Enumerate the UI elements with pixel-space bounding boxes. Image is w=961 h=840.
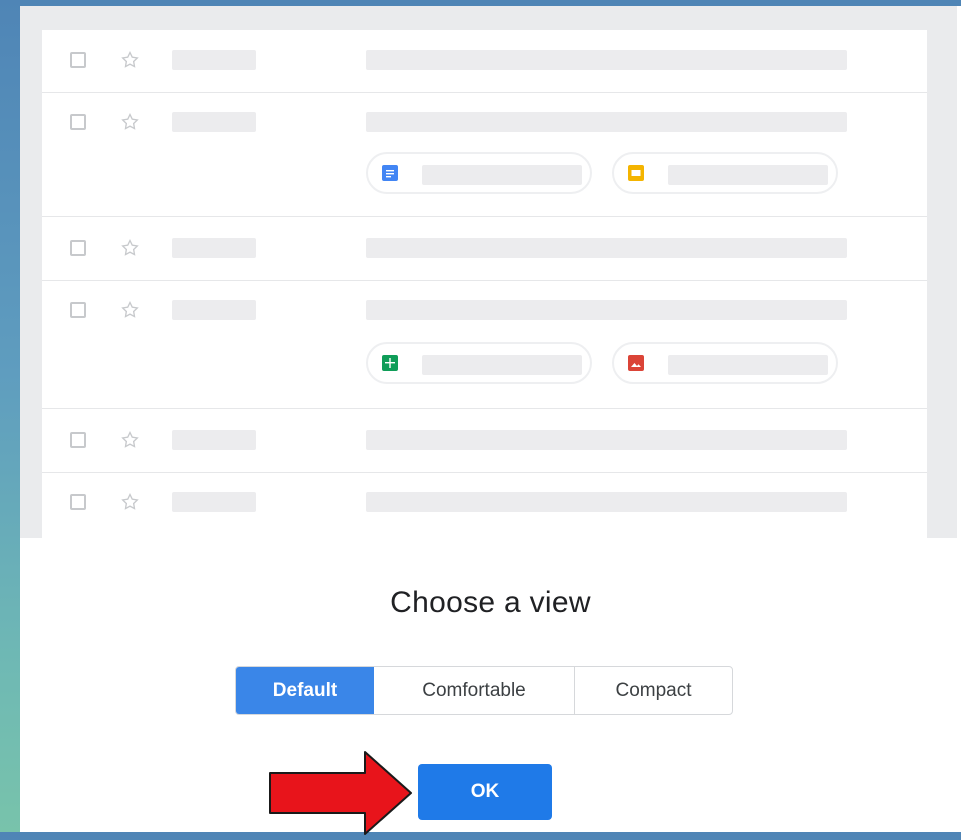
subject-placeholder	[366, 492, 847, 512]
list-item	[42, 408, 927, 473]
checkbox-icon	[70, 432, 86, 448]
subject-placeholder	[366, 238, 847, 258]
attachment-name-placeholder	[422, 165, 582, 185]
sender-placeholder	[172, 492, 256, 512]
list-item	[42, 280, 927, 409]
star-icon	[120, 492, 140, 512]
list-item	[42, 216, 927, 281]
attachment-chip	[366, 152, 592, 194]
star-icon	[120, 112, 140, 132]
checkbox-icon	[70, 302, 86, 318]
docs-icon	[382, 165, 398, 181]
image-icon	[628, 355, 644, 371]
subject-placeholder	[366, 430, 847, 450]
sender-placeholder	[172, 50, 256, 70]
slides-icon	[628, 165, 644, 181]
list-item	[42, 472, 927, 538]
list-item	[42, 30, 927, 93]
attachment-chip	[366, 342, 592, 384]
checkbox-icon	[70, 114, 86, 130]
star-icon	[120, 238, 140, 258]
checkbox-icon	[70, 52, 86, 68]
view-selector: Default Comfortable Compact	[235, 666, 733, 715]
view-option-compact[interactable]: Compact	[575, 667, 732, 714]
list-item	[42, 92, 927, 217]
star-icon	[120, 50, 140, 70]
sheets-icon	[382, 355, 398, 371]
view-option-default[interactable]: Default	[236, 667, 374, 714]
sender-placeholder	[172, 300, 256, 320]
attachment-name-placeholder	[422, 355, 582, 375]
dialog-title: Choose a view	[390, 586, 591, 619]
view-option-comfortable[interactable]: Comfortable	[374, 667, 575, 714]
attachment-name-placeholder	[668, 165, 828, 185]
attachment-chip	[612, 152, 838, 194]
subject-placeholder	[366, 50, 847, 70]
sender-placeholder	[172, 238, 256, 258]
subject-placeholder	[366, 300, 847, 320]
subject-placeholder	[366, 112, 847, 132]
inbox-preview	[20, 6, 957, 538]
ok-button[interactable]: OK	[418, 764, 552, 820]
attachment-chip	[612, 342, 838, 384]
sender-placeholder	[172, 430, 256, 450]
red-arrow-icon	[269, 751, 413, 840]
checkbox-icon	[70, 240, 86, 256]
view-chooser-panel: Choose a view Default Comfortable Compac…	[20, 6, 961, 835]
sender-placeholder	[172, 112, 256, 132]
message-list-preview	[42, 30, 927, 538]
checkbox-icon	[70, 494, 86, 510]
attachment-name-placeholder	[668, 355, 828, 375]
star-icon	[120, 430, 140, 450]
star-icon	[120, 300, 140, 320]
